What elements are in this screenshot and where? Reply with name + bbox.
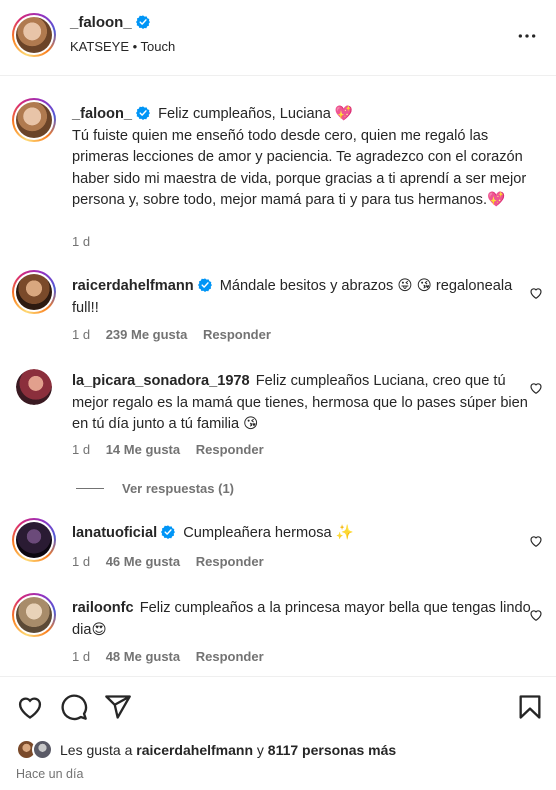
bookmark-icon[interactable] — [516, 693, 544, 721]
replies-divider — [76, 488, 104, 489]
action-bar: Les gusta a raicerdahelfmann y 8117 pers… — [0, 676, 556, 790]
caption-meta: 1 d — [72, 234, 102, 249]
avatar[interactable] — [16, 369, 52, 405]
verified-badge-icon — [136, 106, 151, 120]
header-avatar-ring[interactable] — [12, 13, 56, 57]
header-username[interactable]: _faloon_ — [70, 14, 132, 31]
send-icon[interactable] — [104, 693, 132, 721]
avatar[interactable] — [16, 274, 52, 310]
avatar[interactable] — [16, 102, 52, 138]
comment-meta: 1 d 14 Me gusta Responder — [72, 442, 276, 457]
caption-time: 1 d — [72, 234, 91, 249]
comment-time: 1 d — [72, 442, 91, 457]
reply-button[interactable]: Responder — [196, 554, 264, 569]
post-time-ago: Hace un día — [16, 767, 84, 781]
reply-button[interactable]: Responder — [196, 649, 264, 664]
comment-avatar-ring[interactable] — [12, 518, 56, 562]
comment-body: Cumpleañera hermosa ✨ — [183, 525, 354, 541]
caption-username[interactable]: _faloon_ — [72, 106, 132, 122]
comment-meta: 1 d 46 Me gusta Responder — [72, 554, 276, 569]
comment-meta: 1 d 48 Me gusta Responder — [72, 649, 276, 664]
avatar[interactable] — [16, 17, 52, 53]
comment-time: 1 d — [72, 554, 91, 569]
comment-heart-icon[interactable] — [529, 608, 543, 622]
comment-text: lanatuoficial Cumpleañera hermosa ✨ — [72, 523, 532, 545]
likes-text: Les gusta a raicerdahelfmann y 8117 pers… — [60, 742, 396, 758]
comment-avatar-ring[interactable] — [12, 270, 56, 314]
comment-time: 1 d — [72, 327, 91, 342]
comment-likes[interactable]: 46 Me gusta — [106, 554, 180, 569]
audio-subtitle[interactable]: KATSEYE • Touch — [70, 39, 175, 54]
comment-icon[interactable] — [60, 693, 88, 721]
comment-username[interactable]: raicerdahelfmann — [72, 278, 194, 294]
caption-avatar-ring[interactable] — [12, 98, 56, 142]
likes-user[interactable]: raicerdahelfmann — [136, 742, 253, 758]
likes-others[interactable]: 8117 personas más — [268, 742, 396, 758]
liker-avatar[interactable] — [32, 739, 53, 760]
more-horizontal-icon[interactable] — [516, 26, 538, 46]
reply-button[interactable]: Responder — [196, 442, 264, 457]
comment-likes[interactable]: 48 Me gusta — [106, 649, 180, 664]
comment-avatar-ring[interactable] — [12, 593, 56, 637]
comment-body: Feliz cumpleaños a la princesa mayor bel… — [72, 600, 531, 638]
comment-text: la_picara_sonadora_1978 Feliz cumpleaños… — [72, 371, 532, 436]
caption-text: _faloon_ Feliz cumpleaños, Luciana 💖 Tú … — [72, 104, 532, 212]
likes-prefix: Les gusta a — [60, 742, 133, 758]
comment-heart-icon[interactable] — [529, 286, 543, 300]
comment-avatar[interactable] — [16, 369, 52, 405]
comment-username[interactable]: lanatuoficial — [72, 525, 157, 541]
verified-badge-icon — [197, 278, 212, 292]
comment-likes[interactable]: 14 Me gusta — [106, 442, 180, 457]
comment-text: raicerdahelfmann Mándale besitos y abraz… — [72, 276, 532, 319]
comment-heart-icon[interactable] — [529, 534, 543, 548]
view-replies-button[interactable]: Ver respuestas (1) — [76, 481, 234, 496]
comment-username[interactable]: railoonfc — [72, 600, 134, 616]
comment-text: railoonfc Feliz cumpleaños a la princesa… — [72, 598, 532, 641]
post-header: _faloon_ KATSEYE • Touch — [0, 0, 556, 76]
avatar[interactable] — [16, 597, 52, 633]
heart-icon[interactable] — [16, 693, 44, 721]
verified-badge-icon — [135, 15, 150, 29]
comment-meta: 1 d 239 Me gusta Responder — [72, 327, 283, 342]
caption-body: Feliz cumpleaños, Luciana 💖 Tú fuiste qu… — [72, 106, 527, 208]
verified-badge-icon — [161, 525, 176, 539]
comment-likes[interactable]: 239 Me gusta — [106, 327, 188, 342]
comment-username[interactable]: la_picara_sonadora_1978 — [72, 373, 250, 389]
comment-heart-icon[interactable] — [529, 381, 543, 395]
reply-button[interactable]: Responder — [203, 327, 271, 342]
view-replies-label[interactable]: Ver respuestas (1) — [122, 481, 234, 496]
avatar[interactable] — [16, 522, 52, 558]
likes-connector: y — [256, 742, 264, 758]
comment-time: 1 d — [72, 649, 91, 664]
